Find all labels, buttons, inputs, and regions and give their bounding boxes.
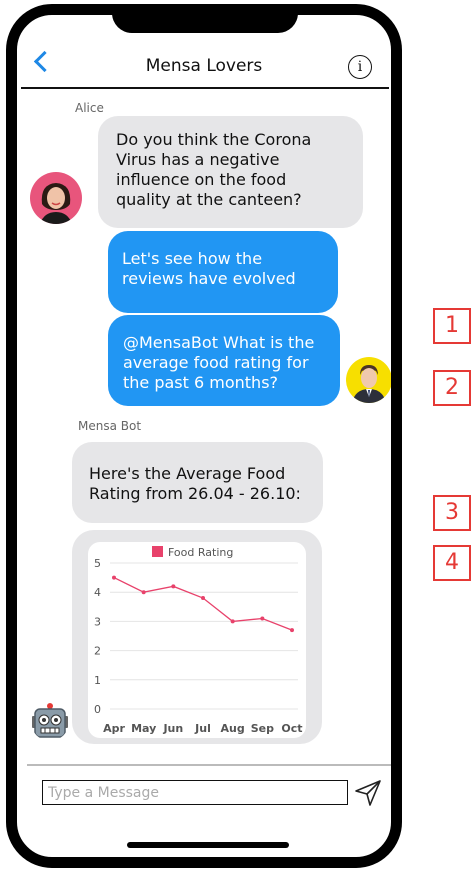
data-point	[290, 628, 294, 633]
info-icon[interactable]: i	[348, 55, 372, 79]
data-point	[112, 575, 116, 580]
message-input[interactable]	[42, 780, 348, 805]
message-bubble-outgoing: @MensaBot What is the average food ratin…	[108, 315, 340, 406]
sender-name-alice: Alice	[75, 101, 104, 115]
legend-swatch	[152, 546, 163, 557]
home-indicator	[127, 842, 289, 848]
data-point	[230, 619, 235, 624]
y-tick-label: 3	[94, 615, 101, 628]
x-tick-label: Aug	[221, 722, 245, 735]
send-icon[interactable]	[353, 778, 383, 808]
series-line	[113, 577, 293, 631]
annotation-marker-3: 3	[433, 495, 471, 531]
annotation-marker-4: 4	[433, 545, 471, 581]
y-tick-label: 1	[94, 674, 101, 687]
x-tick-label: Jun	[162, 722, 183, 735]
data-point	[201, 596, 205, 601]
annotation-marker-2: 2	[433, 370, 471, 406]
x-tick-label: Oct	[281, 722, 302, 735]
data-point	[141, 590, 146, 595]
legend-label: Food Rating	[168, 546, 233, 559]
header-divider	[21, 87, 389, 89]
phone-frame: Mensa Lovers i Alice Do you think the Co…	[6, 4, 402, 868]
data-point	[171, 584, 176, 589]
data-point	[260, 616, 265, 621]
x-tick-label: Sep	[251, 722, 274, 735]
avatar-alice[interactable]	[30, 172, 82, 224]
y-tick-label: 4	[94, 586, 101, 599]
line-chart: 0 1 2 3 4 5 Apr May Jun Jul Aug Sep Oct Food Rating	[94, 546, 303, 735]
robot-icon	[31, 703, 69, 741]
message-bubble-alice: Do you think the Corona Virus has a nega…	[98, 116, 363, 228]
y-tick-label: 2	[94, 645, 101, 658]
sender-name-mensa-bot: Mensa Bot	[78, 419, 142, 433]
chat-title: Mensa Lovers	[145, 56, 263, 76]
y-tick-label: 5	[94, 557, 101, 570]
food-rating-chart: 0 1 2 3 4 5 Apr May Jun Jul Aug Sep Oct Food Rating	[88, 542, 306, 738]
x-tick-label: Jul	[194, 722, 211, 735]
annotation-marker-1: 1	[433, 308, 471, 344]
chat-header: Mensa Lovers i	[17, 42, 391, 88]
y-tick-label: 0	[94, 703, 101, 716]
message-bubble-mensa-bot: Here's the Average Food Rating from 26.0…	[72, 442, 323, 523]
message-bubble-outgoing: Let's see how the reviews have evolved	[108, 231, 338, 313]
phone-notch	[112, 15, 298, 33]
x-tick-label: May	[131, 722, 156, 735]
chart-message-bubble: 0 1 2 3 4 5 Apr May Jun Jul Aug Sep Oct Food Rating	[72, 530, 322, 744]
avatar-current-user[interactable]	[346, 357, 391, 403]
composer-divider	[27, 764, 391, 766]
x-tick-label: Apr	[103, 722, 125, 735]
